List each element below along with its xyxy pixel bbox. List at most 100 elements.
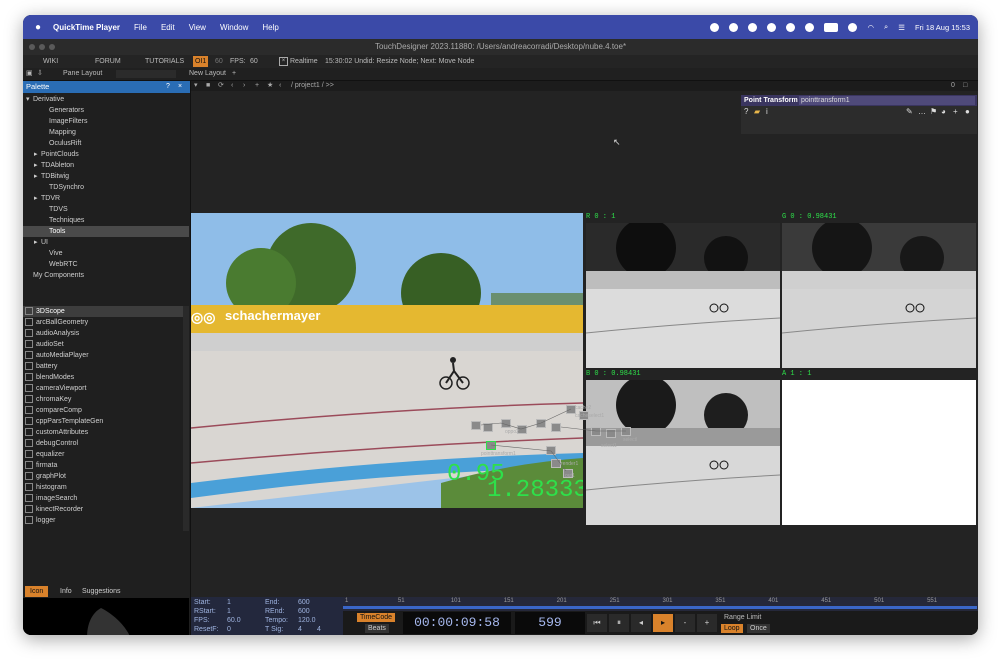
- forward-icon[interactable]: ›: [243, 81, 245, 91]
- palette-tree-item[interactable]: ▸ TDBitwig: [23, 171, 189, 182]
- component-item[interactable]: customAttributes: [23, 427, 183, 438]
- start-value[interactable]: 1: [227, 599, 231, 606]
- step-minus-button[interactable]: -: [675, 614, 695, 632]
- status-icon[interactable]: [748, 22, 758, 32]
- component-item[interactable]: debugControl: [23, 438, 183, 449]
- forum-button[interactable]: FORUM: [95, 55, 121, 68]
- resetf-value[interactable]: 0: [227, 626, 231, 633]
- tsig-numerator[interactable]: 4: [298, 626, 302, 633]
- palette-tree-item[interactable]: OculusRift: [23, 138, 189, 149]
- channel-a-viewer[interactable]: [782, 380, 976, 525]
- component-item[interactable]: battery: [23, 361, 183, 372]
- tab-info[interactable]: Info: [55, 586, 77, 597]
- component-item[interactable]: equalizer: [23, 449, 183, 460]
- menu-window[interactable]: Window: [220, 23, 248, 32]
- component-item[interactable]: logger: [23, 515, 183, 526]
- parent-icon[interactable]: ‹: [279, 81, 281, 91]
- tempo-value[interactable]: 120.0: [298, 617, 316, 624]
- palette-tree-item[interactable]: Techniques: [23, 215, 189, 226]
- component-item[interactable]: firmata: [23, 460, 183, 471]
- close-window-icon[interactable]: [29, 44, 35, 50]
- export-icon[interactable]: ⇩: [37, 68, 43, 80]
- menu-view[interactable]: View: [189, 23, 206, 32]
- channel-g-viewer[interactable]: [782, 223, 976, 368]
- end-value[interactable]: 600: [298, 599, 310, 606]
- network-path[interactable]: / project1 / >>: [291, 81, 334, 91]
- status-icon[interactable]: [710, 22, 720, 32]
- layout-icon[interactable]: ▣: [26, 68, 33, 80]
- component-scrollbar[interactable]: [183, 306, 189, 531]
- status-icon[interactable]: [786, 22, 796, 32]
- help-icon[interactable]: ?: [744, 107, 748, 116]
- circle-icon[interactable]: ●: [965, 107, 970, 116]
- menu-help[interactable]: Help: [262, 23, 278, 32]
- component-item[interactable]: cameraViewport: [23, 383, 183, 394]
- timecode-display[interactable]: 00:00:09:58: [403, 612, 511, 634]
- home-icon[interactable]: +: [255, 81, 259, 91]
- apple-icon[interactable]: ●: [35, 22, 41, 33]
- rewind-button[interactable]: ⏮: [587, 614, 607, 632]
- rend-value[interactable]: 600: [298, 608, 310, 615]
- wiki-button[interactable]: WIKI: [43, 55, 58, 68]
- palette-tree-item[interactable]: TDVS: [23, 204, 189, 215]
- operator-name-field[interactable]: pointtransform1: [799, 96, 975, 105]
- edit-icon[interactable]: ✎: [906, 107, 913, 116]
- palette-tree-item[interactable]: Generators: [23, 105, 189, 116]
- pane-window-icon[interactable]: □: [963, 81, 967, 91]
- timeline-ruler[interactable]: 1 51 101 151 201 251 301 351 401 451 501 551: [343, 597, 978, 611]
- wifi-icon[interactable]: ◠: [867, 23, 874, 32]
- pane-info-icon[interactable]: 0: [951, 81, 955, 91]
- play-button[interactable]: ▸: [653, 614, 673, 632]
- app-menu[interactable]: QuickTime Player: [53, 23, 120, 32]
- control-center-icon[interactable]: ☰: [898, 23, 905, 32]
- once-button[interactable]: Once: [747, 624, 770, 633]
- palette-tree-item[interactable]: Tools: [23, 226, 189, 237]
- palette-tree-item[interactable]: Vive: [23, 248, 189, 259]
- palette-tree-item[interactable]: ImageFilters: [23, 116, 189, 127]
- component-item[interactable]: compareComp: [23, 405, 183, 416]
- python-icon[interactable]: ▰: [754, 107, 760, 116]
- status-icon[interactable]: [805, 22, 815, 32]
- channel-r-viewer[interactable]: [586, 223, 780, 368]
- play-icon[interactable]: [848, 22, 858, 32]
- tree-arrow-icon[interactable]: ▸: [34, 193, 41, 204]
- comment-icon[interactable]: …: [918, 107, 926, 116]
- tsig-denominator[interactable]: 4: [317, 626, 321, 633]
- fps-value[interactable]: 60.0: [227, 617, 241, 624]
- flag-icon[interactable]: ⚑: [930, 107, 937, 116]
- component-item[interactable]: autoMediaPlayer: [23, 350, 183, 361]
- new-layout-button[interactable]: New Layout: [189, 68, 226, 80]
- tutorials-button[interactable]: TUTORIALS: [145, 55, 184, 68]
- tree-arrow-icon[interactable]: ▸: [34, 149, 41, 160]
- pause-button[interactable]: ⏸: [609, 614, 629, 632]
- palette-tree-item[interactable]: ▸ TDVR: [23, 193, 189, 204]
- tree-arrow-icon[interactable]: ▸: [34, 160, 41, 171]
- zoom-window-icon[interactable]: [49, 44, 55, 50]
- palette-tree-item[interactable]: WebRTC: [23, 259, 189, 270]
- info-icon[interactable]: i: [766, 107, 768, 116]
- tree-arrow-icon[interactable]: ▸: [34, 237, 41, 248]
- close-palette-button[interactable]: ×: [178, 81, 182, 93]
- palette-tree-item[interactable]: TDSynchro: [23, 182, 189, 193]
- rstart-value[interactable]: 1: [227, 608, 231, 615]
- minimize-window-icon[interactable]: [39, 44, 45, 50]
- component-item[interactable]: imageSearch: [23, 493, 183, 504]
- add-icon[interactable]: +: [953, 107, 958, 116]
- palette-tree-item[interactable]: ▸ UI: [23, 237, 189, 248]
- tree-arrow-icon[interactable]: ▸: [34, 171, 41, 182]
- status-icon[interactable]: [729, 22, 739, 32]
- pane-menu-icon[interactable]: ▾: [194, 81, 198, 91]
- step-plus-button[interactable]: +: [697, 614, 717, 632]
- add-layout-button[interactable]: +: [232, 68, 236, 80]
- component-item[interactable]: graphPlot: [23, 471, 183, 482]
- loop-button[interactable]: Loop: [721, 624, 743, 633]
- tab-icon[interactable]: Icon: [25, 586, 49, 597]
- node-graph[interactable]: cache2 cacheselect1 oppo2 selectl select…: [441, 401, 641, 481]
- clock[interactable]: Fri 18 Aug 15:53: [915, 23, 970, 32]
- tab-suggestions[interactable]: Suggestions: [77, 586, 126, 597]
- palette-tree-item[interactable]: Mapping: [23, 127, 189, 138]
- component-item[interactable]: 3DScope: [23, 306, 183, 317]
- component-item[interactable]: cppParsTemplateGen: [23, 416, 183, 427]
- component-item[interactable]: kinectRecorder: [23, 504, 183, 515]
- pane-split-icon[interactable]: ■: [206, 81, 210, 91]
